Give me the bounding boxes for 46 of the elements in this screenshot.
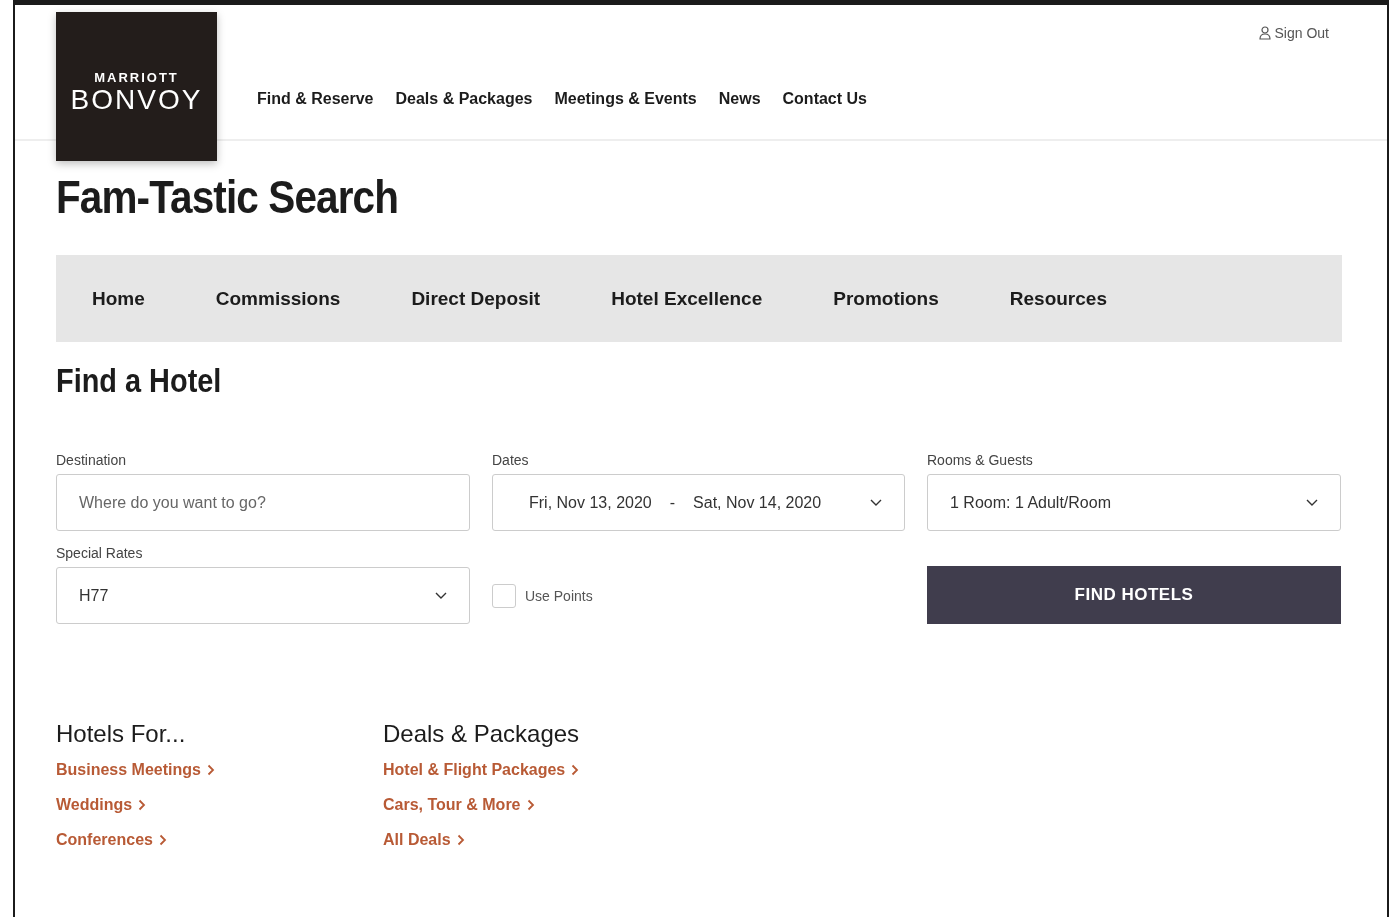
chevron-right-icon bbox=[571, 764, 580, 776]
chevron-right-icon bbox=[526, 799, 535, 811]
sign-out-link[interactable]: Sign Out bbox=[1258, 25, 1329, 41]
nav-link[interactable]: Find & Reserve bbox=[257, 90, 374, 108]
tab[interactable]: Commissions bbox=[215, 281, 341, 316]
link[interactable]: Hotel & Flight Packages bbox=[383, 761, 580, 779]
chevron-right-icon bbox=[456, 834, 465, 846]
nav-link[interactable]: Deals & Packages bbox=[395, 90, 533, 108]
chevron-down-icon bbox=[435, 591, 447, 600]
field-label: Rooms & Guests bbox=[927, 452, 1034, 468]
nav-link[interactable]: Contact Us bbox=[782, 90, 867, 108]
link[interactable]: All Deals bbox=[383, 831, 465, 849]
tab[interactable]: Hotel Excellence bbox=[611, 281, 763, 316]
tab[interactable]: Home bbox=[92, 281, 145, 316]
tab[interactable]: Direct Deposit bbox=[411, 281, 541, 316]
field-label: Dates bbox=[492, 452, 530, 468]
checkbox[interactable] bbox=[492, 583, 516, 608]
link[interactable]: Weddings bbox=[56, 796, 147, 814]
destination-field[interactable]: Where do you want to go? bbox=[56, 474, 470, 531]
logo-text: BONVOY bbox=[70, 85, 203, 115]
tab[interactable]: Promotions bbox=[833, 281, 939, 316]
chevron-right-icon bbox=[158, 834, 167, 846]
link[interactable]: Conferences bbox=[56, 831, 167, 849]
brand-logo[interactable]: MARRIOTT BONVOY bbox=[56, 12, 217, 161]
page-title: Fam-Tastic Search bbox=[56, 170, 398, 225]
chevron-right-icon bbox=[206, 764, 215, 776]
dates-dropdown[interactable]: Fri, Nov 13, 2020 - Sat, Nov 14, 2020 bbox=[492, 474, 905, 531]
link[interactable]: Cars, Tour & More bbox=[383, 796, 535, 814]
field-label: Destination bbox=[56, 452, 128, 468]
rooms-guests-dropdown[interactable]: 1 Room: 1 Adult/Room bbox=[927, 474, 1341, 531]
link-group-heading: Hotels For... bbox=[56, 720, 187, 748]
section-title: Find a Hotel bbox=[56, 360, 222, 400]
chevron-down-icon bbox=[1306, 498, 1318, 507]
special-rates-dropdown[interactable]: H77 bbox=[56, 567, 470, 624]
nav-link[interactable]: News bbox=[718, 90, 761, 108]
find-hotels-button[interactable]: FIND HOTELS bbox=[927, 566, 1341, 624]
checkbox-label: Use Points bbox=[525, 587, 593, 604]
field-label: Special Rates bbox=[56, 545, 144, 561]
user-icon bbox=[1258, 26, 1271, 40]
logo-text: MARRIOTT bbox=[94, 70, 179, 85]
nav-link[interactable]: Meetings & Events bbox=[554, 90, 697, 108]
chevron-right-icon bbox=[138, 799, 147, 811]
chevron-down-icon bbox=[870, 498, 882, 507]
link-group-heading: Deals & Packages bbox=[383, 720, 581, 748]
tab[interactable]: Resources bbox=[1009, 281, 1107, 316]
link[interactable]: Business Meetings bbox=[56, 761, 215, 779]
